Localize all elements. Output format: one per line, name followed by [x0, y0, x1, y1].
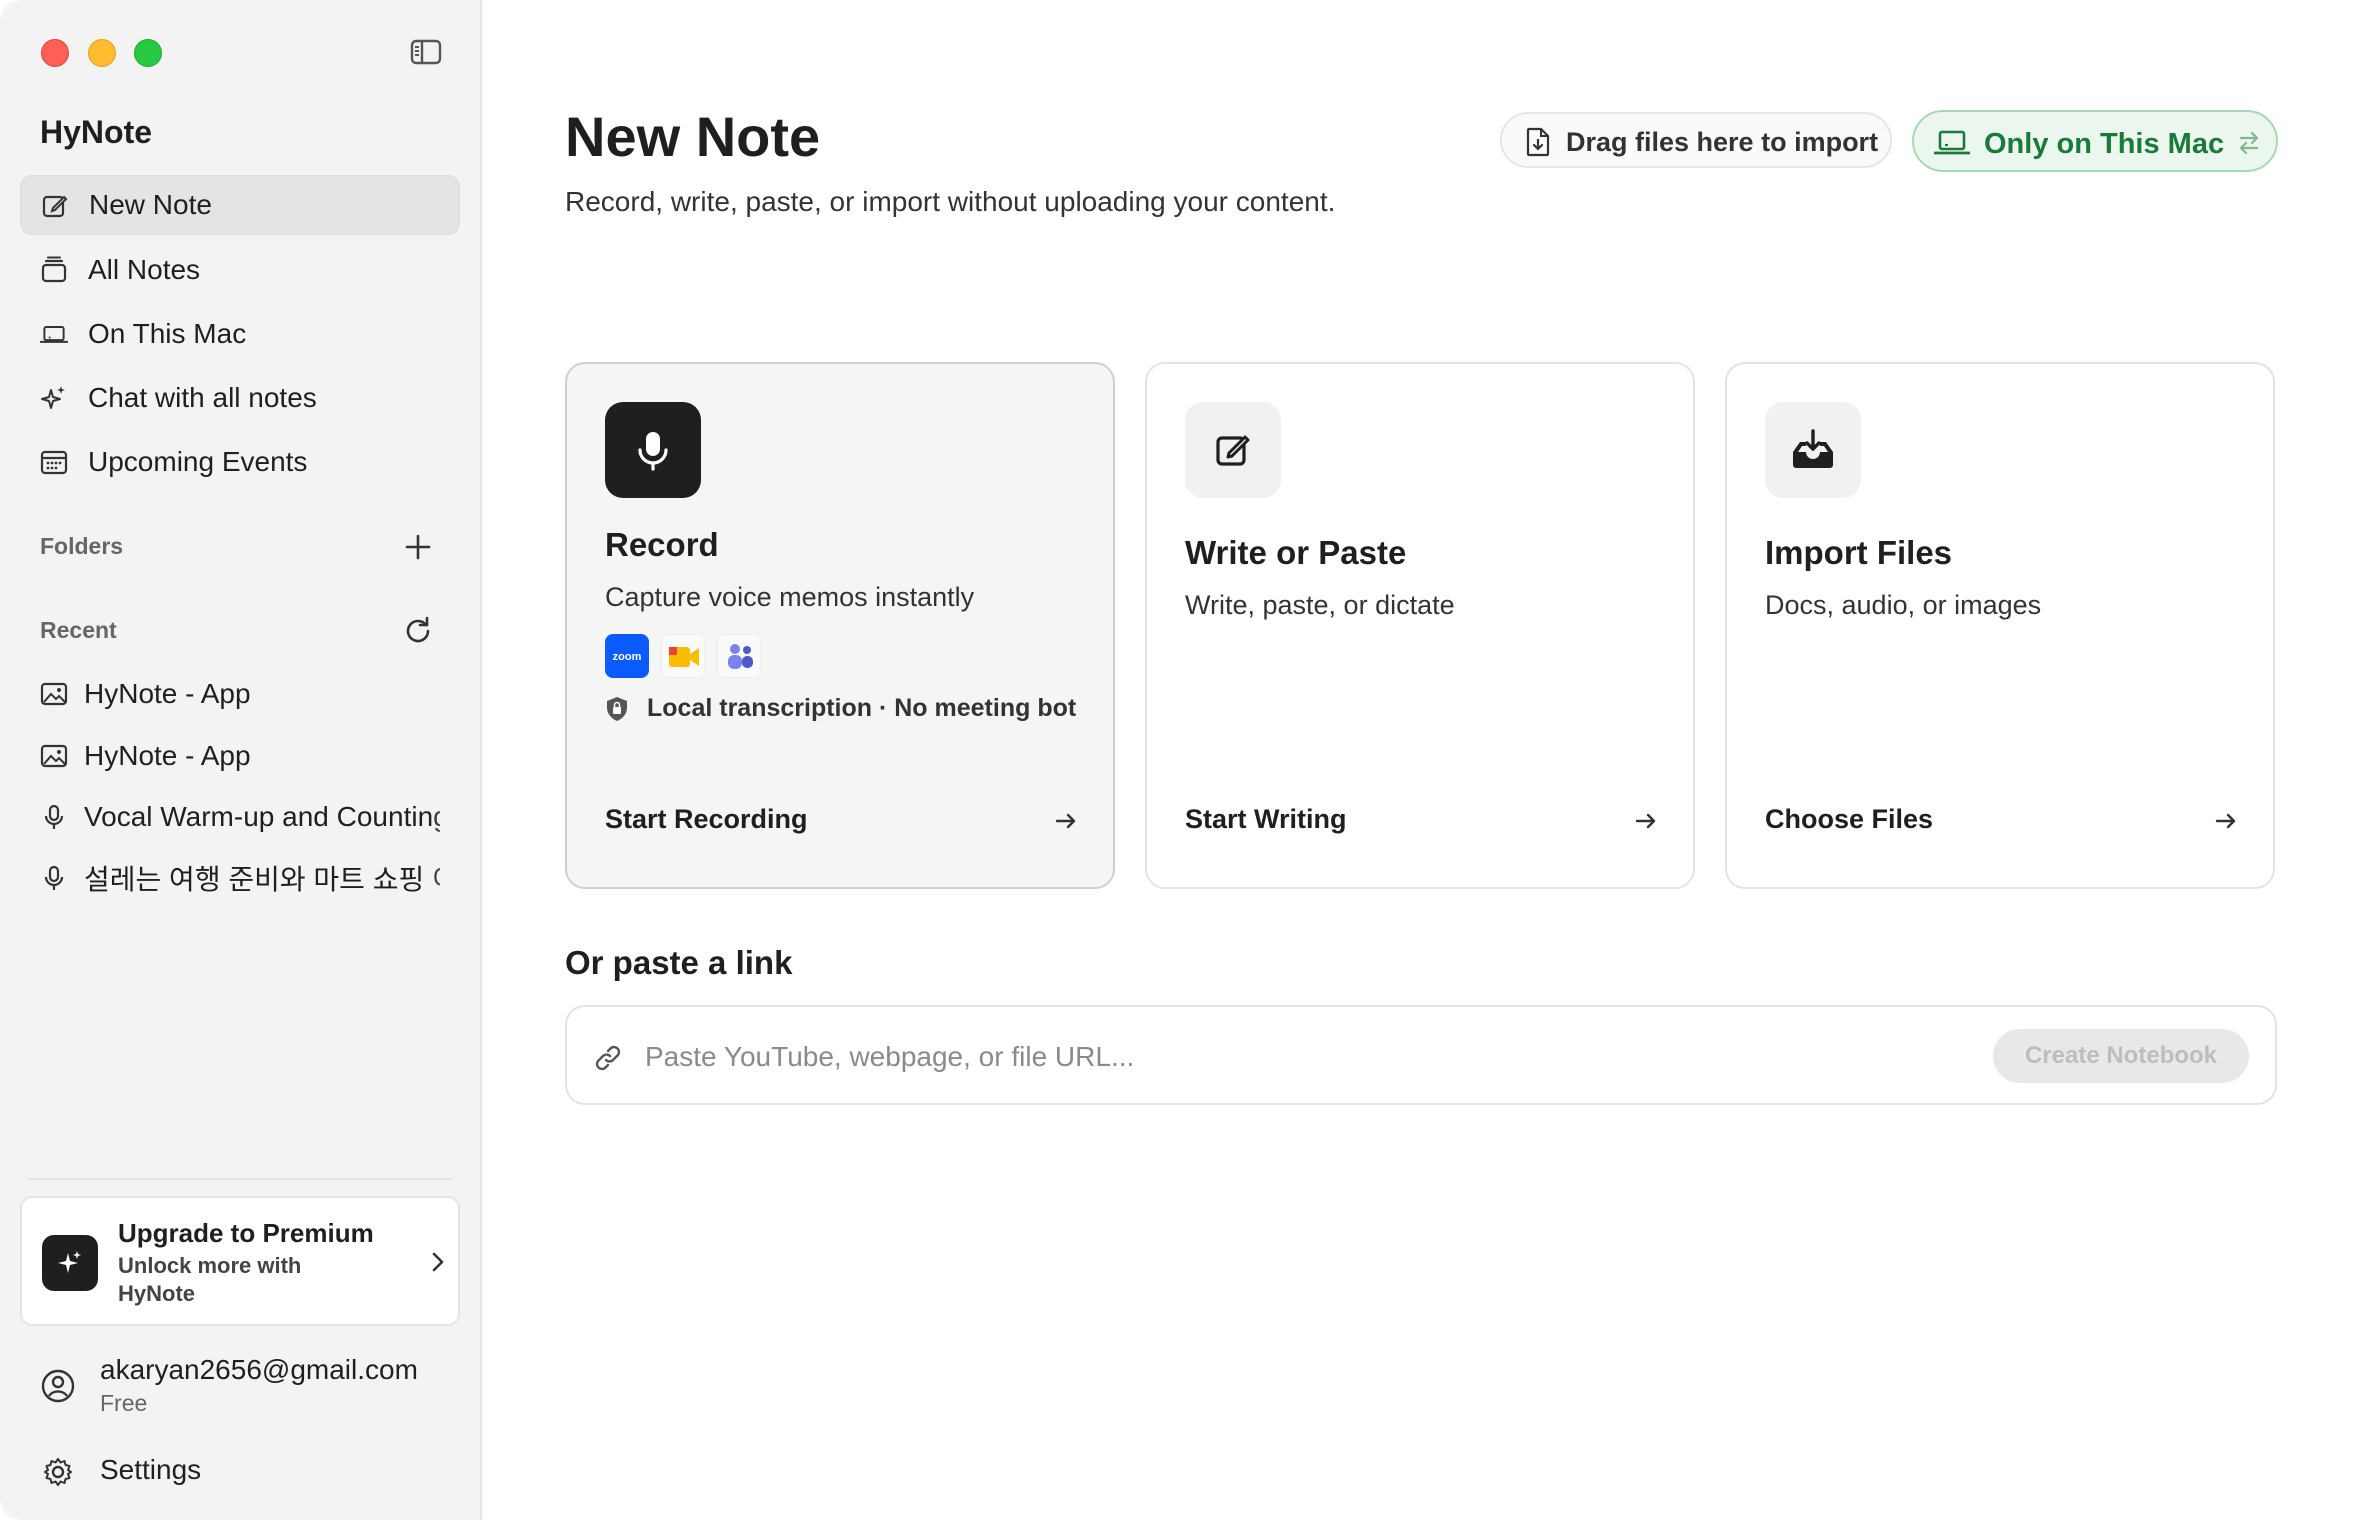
close-window-button[interactable]: [41, 39, 69, 67]
write-description: Write, paste, or dictate: [1185, 590, 1455, 620]
link-input-box: Create Notebook: [565, 1005, 2277, 1105]
upgrade-premium-card[interactable]: Upgrade to Premium Unlock more with HyNo…: [20, 1196, 460, 1326]
mic-icon: [638, 432, 668, 471]
storage-mode-label: Only on This Mac: [1984, 128, 2225, 160]
sparkle-icon: [41, 386, 65, 409]
import-description: Docs, audio, or images: [1765, 590, 2042, 620]
create-notebook-button[interactable]: Create Notebook: [1993, 1029, 2249, 1083]
import-title: Import Files: [1765, 534, 1953, 571]
premium-title: Upgrade to Premium: [118, 1218, 374, 1248]
start-recording-button[interactable]: Start Recording: [605, 804, 808, 835]
refresh-icon[interactable]: [402, 614, 434, 646]
account-row[interactable]: akaryan2656@gmail.com Free: [40, 1350, 460, 1426]
edit-icon: [1216, 435, 1250, 466]
user-circle-icon: [41, 1369, 75, 1403]
account-email: akaryan2656@gmail.com: [100, 1354, 418, 1385]
arrow-right-icon: [2215, 813, 2236, 829]
recent-item[interactable]: HyNote - App: [40, 734, 440, 778]
recent-item[interactable]: 설레는 여행 준비와 마트 쇼핑 이야기: [40, 856, 440, 900]
sidebar-item-new-note[interactable]: New Note: [20, 175, 460, 235]
premium-subtitle: Unlock more with HyNote: [118, 1253, 302, 1306]
sparkle-icon: [58, 1251, 81, 1273]
write-card[interactable]: Write or Paste Write, paste, or dictate …: [1145, 362, 1695, 889]
record-description: Capture voice memos instantly: [605, 582, 975, 612]
teams-icon: [717, 634, 761, 678]
edit-icon: [42, 195, 68, 218]
app-name: HyNote: [40, 114, 153, 150]
recent-item[interactable]: HyNote - App: [40, 672, 440, 716]
start-writing-button[interactable]: Start Writing: [1185, 804, 1347, 835]
privacy-badge-text: Local transcription · No meeting bot: [647, 694, 1077, 722]
zoom-icon: zoom: [605, 634, 649, 678]
file-import-icon: [1526, 127, 1550, 157]
tray-download-icon: [1793, 429, 1833, 468]
folders-heading: Folders: [40, 533, 124, 559]
image-icon: [40, 744, 68, 768]
gear-icon: [44, 1458, 72, 1486]
sidebar-item-all-notes[interactable]: All Notes: [20, 240, 460, 300]
sidebar: HyNote New Note All Notes On This Mac Ch…: [0, 0, 482, 1520]
write-icon-tile: [1185, 402, 1281, 498]
drag-import-label: Drag files here to import: [1566, 127, 1879, 157]
settings-label: Settings: [100, 1454, 202, 1485]
recent-item-label: HyNote - App: [84, 740, 251, 771]
shield-icon: [607, 697, 627, 721]
account-plan: Free: [100, 1390, 148, 1416]
drag-import-button[interactable]: Drag files here to import: [1500, 112, 1892, 168]
page-title: New Note: [565, 105, 821, 168]
recent-item-label: HyNote - App: [84, 678, 251, 709]
import-icon-tile: [1765, 402, 1861, 498]
app-window: HyNote New Note All Notes On This Mac Ch…: [0, 0, 2360, 1520]
storage-mode-button[interactable]: Only on This Mac: [1912, 110, 2278, 172]
settings-button[interactable]: Settings: [40, 1452, 460, 1492]
sidebar-toggle-icon[interactable]: [410, 38, 442, 66]
link-icon: [595, 1045, 621, 1071]
page-subtitle: Record, write, paste, or import without …: [565, 186, 1336, 217]
chevron-right-icon: [432, 1252, 444, 1272]
record-icon-tile: [605, 402, 701, 498]
recent-item[interactable]: Vocal Warm-up and Counting: [40, 795, 440, 839]
add-folder-icon[interactable]: [402, 531, 434, 563]
zoom-window-button[interactable]: [134, 39, 162, 67]
mic-icon: [44, 865, 64, 890]
recent-heading: Recent: [40, 617, 117, 643]
arrow-right-icon: [1635, 813, 1656, 829]
premium-icon-tile: [42, 1235, 98, 1291]
sidebar-item-on-this-mac[interactable]: On This Mac: [20, 304, 460, 364]
choose-files-button[interactable]: Choose Files: [1765, 804, 1933, 835]
paste-link-heading: Or paste a link: [565, 944, 793, 981]
sidebar-divider: [28, 1178, 452, 1180]
link-url-input[interactable]: [645, 1037, 1845, 1077]
calendar-icon: [40, 450, 68, 475]
arrow-right-icon: [1055, 813, 1076, 829]
main-content: New Note Record, write, paste, or import…: [484, 0, 2360, 1520]
stack-icon: [41, 256, 67, 283]
record-title: Record: [605, 526, 719, 563]
sidebar-item-upcoming-events[interactable]: Upcoming Events: [20, 432, 460, 492]
minimize-window-button[interactable]: [88, 39, 116, 67]
laptop-icon: [40, 326, 68, 343]
sidebar-item-chat[interactable]: Chat with all notes: [20, 368, 460, 428]
sidebar-item-label: Upcoming Events: [88, 446, 308, 477]
image-icon: [40, 682, 68, 706]
recent-item-label: 설레는 여행 준비와 마트 쇼핑 이야기: [84, 864, 440, 895]
import-card[interactable]: Import Files Docs, audio, or images Choo…: [1725, 362, 2275, 889]
zoom-logo-text: zoom: [613, 651, 642, 663]
laptop-icon: [1934, 130, 1970, 155]
recent-item-label: Vocal Warm-up and Counting: [84, 801, 440, 832]
write-title: Write or Paste: [1185, 534, 1407, 571]
sidebar-item-label: On This Mac: [88, 318, 247, 349]
sidebar-item-label: All Notes: [88, 254, 201, 285]
sidebar-item-label: Chat with all notes: [88, 382, 317, 413]
record-card[interactable]: Record Capture voice memos instantly zoo…: [565, 362, 1115, 889]
sidebar-item-label: New Note: [89, 189, 212, 220]
swap-arrows-icon: [2239, 131, 2259, 155]
google-meet-icon: [661, 634, 705, 678]
mic-icon: [44, 804, 64, 829]
